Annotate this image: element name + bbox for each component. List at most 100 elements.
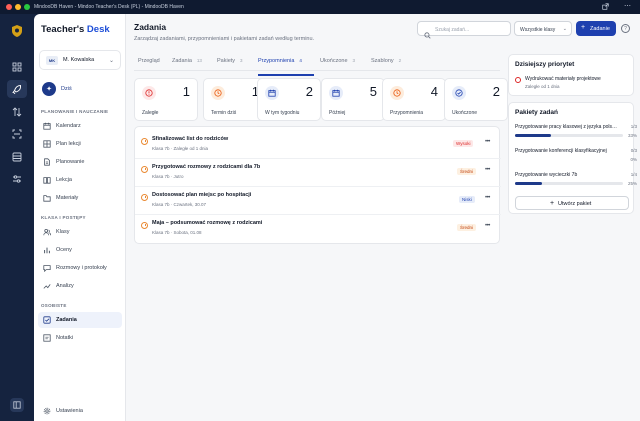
tab-completed[interactable]: Ukończone 3 xyxy=(320,58,355,64)
window-menu-icon[interactable]: ⋯ xyxy=(624,3,631,11)
help-icon[interactable]: ? xyxy=(621,24,630,33)
tab-tasks[interactable]: Zadania 13 xyxy=(172,58,202,64)
task-row[interactable]: Sfinalizować list do rodziców Klasa 7b ·… xyxy=(135,131,501,159)
stat-value: 5 xyxy=(369,84,377,99)
tab-reminders[interactable]: Przypomnienia 4 xyxy=(258,58,314,76)
package-percent: 0% xyxy=(630,157,637,162)
priority-item-title[interactable]: Wydrukować materiały projektowe xyxy=(525,76,601,82)
package-progress xyxy=(515,182,623,185)
package-count: 1/3 xyxy=(630,124,637,129)
users-icon xyxy=(42,228,51,236)
add-task-label: Zadanie xyxy=(590,26,610,32)
close-window-button[interactable] xyxy=(6,4,12,10)
brand-text: Teacher's xyxy=(41,24,85,35)
user-switcher[interactable]: MK M. Kowalska ⌄ xyxy=(39,50,121,70)
sidebar-item-tasks[interactable]: Zadania xyxy=(38,312,122,328)
stat-card-completed[interactable]: 2 Ukończone xyxy=(444,78,508,121)
task-row[interactable]: Dostosować plan miejsc po hospitacji Kla… xyxy=(135,187,501,215)
task-row[interactable]: Przygotować rozmowy z rodzicami dla 7b K… xyxy=(135,159,501,187)
sidebar-item-conversations[interactable]: Rozmowy i protokoły xyxy=(38,260,122,276)
sidebar-item-calendar[interactable]: Kalendarz xyxy=(38,118,122,134)
sidebar-item-label: Ustawienia xyxy=(56,408,83,414)
sidebar-item-label: Plan lekcji xyxy=(56,141,81,147)
create-package-label: Utwórz pakiet xyxy=(558,201,592,207)
stat-label: Przypomnienia xyxy=(390,110,424,116)
more-icon[interactable]: ••• xyxy=(485,223,490,229)
tab-overview[interactable]: Przegląd xyxy=(138,58,160,64)
rocket-icon[interactable] xyxy=(7,80,27,98)
maximize-window-button[interactable] xyxy=(24,4,30,10)
transfer-icon[interactable] xyxy=(7,103,27,121)
tab-bar: Przegląd Zadania 13 Pakiety 3 Przypomnieni… xyxy=(134,54,500,76)
calendar-icon xyxy=(265,86,279,100)
stat-value: 1 xyxy=(182,84,190,99)
logo-icon[interactable] xyxy=(7,22,27,40)
scan-icon[interactable] xyxy=(7,125,27,143)
alert-icon xyxy=(515,77,521,83)
window-titlebar: MindooDB Haven - Mindoo Teacher's Desk (… xyxy=(0,0,640,14)
plus-icon: + xyxy=(550,200,555,207)
sidebar-item-today[interactable]: ✦ Dziś xyxy=(39,80,121,98)
task-row[interactable]: Maja – podsumować rozmowę z rodzicami Kl… xyxy=(135,215,501,243)
more-icon[interactable]: ••• xyxy=(485,139,490,145)
sidebar-item-label: Lekcja xyxy=(56,177,72,183)
page-title: Zadania xyxy=(134,22,167,32)
grid-icon[interactable] xyxy=(7,58,27,76)
package-name: Przygotowanie wycieczki 7b xyxy=(515,172,578,178)
stat-label: Ukończone xyxy=(452,110,478,116)
stat-label: Zaległe xyxy=(142,110,159,116)
database-icon[interactable] xyxy=(7,148,27,166)
chevron-down-icon: ⌄ xyxy=(562,26,567,32)
stat-label: Termin dziś xyxy=(211,110,237,116)
task-checkbox[interactable] xyxy=(141,166,148,173)
app-rail xyxy=(0,14,34,421)
sidebar: Teacher's Desk MK M. Kowalska ⌄ ✦ Dziś P… xyxy=(34,14,126,421)
search-icon xyxy=(424,26,431,44)
add-task-button[interactable]: + Zadanie xyxy=(576,21,616,36)
tab-packages[interactable]: Pakiety 3 xyxy=(217,58,243,64)
sidebar-item-grades[interactable]: Oceny xyxy=(38,242,122,258)
stat-card-later[interactable]: 5 Później xyxy=(321,78,385,121)
search-input[interactable]: Szukaj zadań... xyxy=(417,21,511,39)
minimize-window-button[interactable] xyxy=(15,4,21,10)
more-icon[interactable]: ••• xyxy=(485,167,490,173)
progress-fill xyxy=(515,182,542,185)
stat-value: 2 xyxy=(305,84,313,99)
sidebar-item-label: Dziś xyxy=(61,86,72,92)
check-icon xyxy=(452,86,466,100)
panel-toggle-icon[interactable] xyxy=(10,398,24,412)
sidebar-item-notes[interactable]: Notatki xyxy=(38,330,122,346)
sidebar-item-classes[interactable]: Klasy xyxy=(38,224,122,240)
task-packages-panel: Pakiety zadań Przygotowanie pracy klasow… xyxy=(508,102,637,214)
book-icon xyxy=(42,176,51,184)
sidebar-item-timetable[interactable]: Plan lekcji xyxy=(38,136,122,152)
task-meta: Klasa 7b · Jutro xyxy=(152,174,184,179)
clock-icon xyxy=(211,86,225,100)
chat-icon xyxy=(42,264,51,272)
sliders-icon[interactable] xyxy=(7,170,27,188)
stat-card-reminders[interactable]: 4 Przypomnienia xyxy=(382,78,446,121)
tab-templates[interactable]: Szablony 2 xyxy=(371,58,401,64)
stat-card-this-week[interactable]: 2 W tym tygodniu xyxy=(257,78,321,121)
sidebar-item-label: Klasy xyxy=(56,229,70,235)
task-list: Sfinalizować list do rodziców Klasa 7b ·… xyxy=(134,126,501,244)
chevron-down-icon: ⌄ xyxy=(108,58,114,64)
folder-icon xyxy=(42,194,51,202)
create-package-button[interactable]: + Utwórz pakiet xyxy=(515,196,629,210)
sidebar-item-materials[interactable]: Materiały xyxy=(38,190,122,206)
task-checkbox[interactable] xyxy=(141,194,148,201)
sidebar-item-settings[interactable]: Ustawienia xyxy=(38,403,122,419)
package-percent: 33% xyxy=(627,133,637,138)
more-icon[interactable]: ••• xyxy=(485,195,490,201)
task-checkbox[interactable] xyxy=(141,222,148,229)
sidebar-item-analytics[interactable]: Analizy xyxy=(38,278,122,294)
stat-card-overdue[interactable]: 1 Zaległe xyxy=(134,78,198,121)
clock-icon xyxy=(390,86,404,100)
window-share-icon[interactable] xyxy=(602,3,609,13)
task-title: Maja – podsumować rozmowę z rodzicami xyxy=(152,220,263,226)
task-checkbox[interactable] xyxy=(141,138,148,145)
class-filter-select[interactable]: Wszystkie klasy ⌄ xyxy=(514,21,572,36)
sidebar-item-planning[interactable]: Planowanie xyxy=(38,154,122,170)
sidebar-item-lesson[interactable]: Lekcja xyxy=(38,172,122,188)
task-meta: Klasa 7b · Sobota, 01.08 xyxy=(152,230,202,235)
